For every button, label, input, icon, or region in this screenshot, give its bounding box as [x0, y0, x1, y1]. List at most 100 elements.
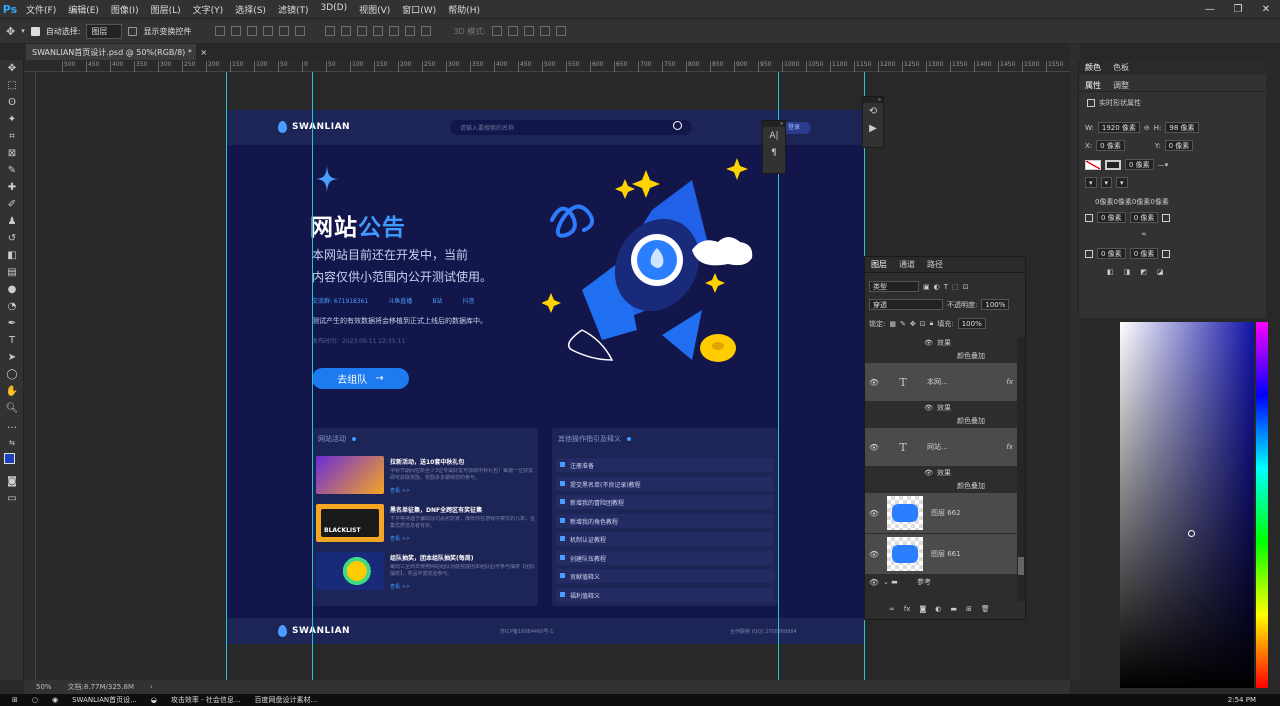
document-tab[interactable]: SWANLIAN首页设计.psd @ 50%(RGB/8) * × [26, 44, 207, 60]
fill-swatch-icon[interactable] [1085, 159, 1101, 170]
effect-eye-icon[interactable]: 👁︎ [883, 469, 933, 477]
layer-kind-dropdown[interactable]: 类型 [869, 281, 919, 292]
maximize-icon[interactable]: ❐ [1224, 0, 1252, 18]
marquee-tool-icon[interactable]: ⬚ [0, 77, 24, 94]
layer-row[interactable]: 👁︎ T 本网... fx [865, 363, 1017, 401]
x-field[interactable]: 0 像素 [1096, 140, 1125, 151]
filter-pixel-icon[interactable]: ▣ [923, 283, 930, 291]
type-tool-icon[interactable]: T [0, 332, 24, 349]
corner-tl-field[interactable]: 0 像素 [1097, 212, 1126, 223]
guide-item[interactable]: 福利值释义 [556, 587, 774, 602]
distribute-top-icon[interactable] [325, 26, 336, 36]
character-panel-icon[interactable]: A| [763, 127, 785, 144]
foreground-color-swatch[interactable] [4, 453, 15, 464]
zoom-level[interactable]: 50% [36, 683, 52, 691]
layer-row[interactable]: 👁︎ ⌄ ▬ 参考 [865, 575, 1017, 589]
menu-item[interactable]: 图层(L) [145, 3, 187, 16]
add-mask-icon[interactable]: ◙ [919, 605, 926, 613]
corner-tr-field[interactable]: 0 像素 [1129, 212, 1159, 223]
layer-row[interactable]: 颜色叠加 [865, 415, 1017, 427]
align-left-icon[interactable] [263, 26, 274, 36]
guide-line[interactable] [312, 72, 313, 680]
distribute-left-icon[interactable] [373, 26, 384, 36]
auto-select-checkbox[interactable] [30, 26, 40, 36]
more-tools-icon[interactable]: … [0, 417, 24, 434]
guide-item[interactable]: 新增我的冒险团教程 [556, 495, 774, 509]
align-bottom-icon[interactable] [247, 26, 258, 36]
fx-icon[interactable]: fx [1006, 378, 1013, 386]
guide-item[interactable]: 新增我的角色教程 [556, 513, 774, 528]
visibility-eye-icon[interactable]: 👁︎ [865, 378, 883, 387]
taskbar-item[interactable]: 攻击效率 - 社会信息... [171, 695, 241, 705]
3d-scale-icon[interactable] [555, 26, 566, 36]
lock-position-icon[interactable]: ✥ [910, 320, 916, 328]
healing-brush-tool-icon[interactable]: ✚ [0, 179, 24, 196]
quick-mask-icon[interactable]: ◙ [0, 473, 24, 490]
history-icon[interactable]: ⟲ [863, 103, 883, 120]
activity-item[interactable]: 拉新活动，送10套中秋礼包 中秋节期间拉新至少3位专属好友可领取中秋礼包！每邀一… [316, 456, 538, 496]
crop-tool-icon[interactable]: ⌗ [0, 128, 24, 145]
screen-mode-icon[interactable]: ▭ [0, 490, 24, 507]
corner-bl-field[interactable]: 0 像素 [1097, 248, 1126, 259]
gradient-tool-icon[interactable]: ▤ [0, 264, 24, 281]
visibility-eye-icon[interactable]: 👁︎ [865, 443, 883, 452]
link-layers-icon[interactable]: ∞ [889, 605, 895, 613]
width-field[interactable]: 1920 像素 [1097, 122, 1140, 133]
transform-controls-checkbox[interactable] [128, 26, 138, 36]
activity-more-link[interactable]: 查看 >> [390, 487, 410, 494]
align-right-icon[interactable] [295, 26, 306, 36]
filter-type-icon[interactable]: T [944, 283, 948, 291]
minimize-icon[interactable]: — [1196, 0, 1224, 18]
taskbar-item[interactable]: 百度网盘设计素材... [255, 695, 318, 705]
menu-item[interactable]: 编辑(E) [62, 3, 105, 16]
fx-icon[interactable]: fx [1006, 443, 1013, 451]
hue-slider[interactable] [1256, 322, 1268, 688]
edge-icon[interactable]: ◒ [151, 696, 157, 704]
align-vcenter-icon[interactable] [231, 26, 242, 36]
lock-all-icon[interactable]: 🔒︎ [930, 319, 934, 328]
activity-more-link[interactable]: 查看 >> [390, 583, 410, 590]
link-corners-icon[interactable]: ∞ [1141, 230, 1147, 238]
move-tool-icon[interactable]: ✥ [6, 25, 15, 38]
dodge-tool-icon[interactable]: ◔ [0, 298, 24, 315]
brush-tool-icon[interactable]: ✐ [0, 196, 24, 213]
filter-shape-icon[interactable]: ⬚ [952, 283, 959, 291]
menu-item[interactable]: 视图(V) [353, 3, 396, 16]
y-field[interactable]: 0 像素 [1164, 140, 1194, 151]
3d-roll-icon[interactable] [507, 26, 518, 36]
lock-paint-icon[interactable]: ✎ [900, 320, 906, 328]
paragraph-panel-icon[interactable]: ¶ [763, 144, 785, 161]
stroke-swatch-icon[interactable] [1105, 159, 1121, 170]
site-search-input[interactable]: 请输入要搜索的名称 [450, 120, 692, 135]
swap-colors-icon[interactable]: ⇆ [0, 434, 24, 451]
stroke-align-dropdown[interactable]: ▾ [1085, 177, 1097, 188]
menu-item[interactable]: 文件(F) [20, 3, 62, 16]
intersect-shape-icon[interactable]: ◩ [1140, 268, 1147, 276]
auto-select-dropdown[interactable]: 图层 [86, 23, 123, 39]
search-taskbar-icon[interactable]: ○ [32, 696, 38, 704]
layer-row[interactable]: 👁︎ 图层 662 [865, 493, 1017, 533]
tab-properties[interactable]: 属性 [1079, 78, 1107, 91]
effect-eye-icon[interactable]: 👁︎ [883, 339, 933, 347]
menu-item[interactable]: 滤镜(T) [272, 3, 315, 16]
shape-tool-icon[interactable]: ◯ [0, 366, 24, 383]
contact-link[interactable]: 交流群: 671918361 [312, 296, 368, 305]
layers-scrollbar[interactable] [1017, 337, 1025, 601]
contact-link[interactable]: B站 [432, 296, 442, 305]
menu-item[interactable]: 图像(I) [105, 3, 145, 16]
combine-shapes-icon[interactable]: ◧ [1107, 268, 1114, 276]
guide-item[interactable]: 创建队伍教程 [556, 550, 774, 565]
guide-item[interactable]: 注册准备 [556, 458, 774, 472]
stroke-corner-dropdown[interactable]: ▾ [1116, 177, 1128, 188]
layer-style-icon[interactable]: fx [904, 605, 911, 613]
windows-start-icon[interactable]: ⊞ [12, 696, 18, 704]
color-swatches[interactable] [0, 451, 23, 473]
stroke-width-field[interactable]: 0 像素 [1125, 159, 1154, 170]
lasso-tool-icon[interactable]: ʘ [0, 94, 24, 111]
visibility-eye-icon[interactable]: 👁︎ [865, 509, 883, 518]
tool-preset-chevron-icon[interactable]: ▾ [21, 27, 25, 35]
move-tool-icon[interactable]: ✥ [0, 60, 24, 77]
height-field[interactable]: 98 像素 [1165, 122, 1199, 133]
close-tab-icon[interactable]: × [200, 48, 207, 57]
chrome-icon[interactable]: ◉ [52, 696, 58, 704]
